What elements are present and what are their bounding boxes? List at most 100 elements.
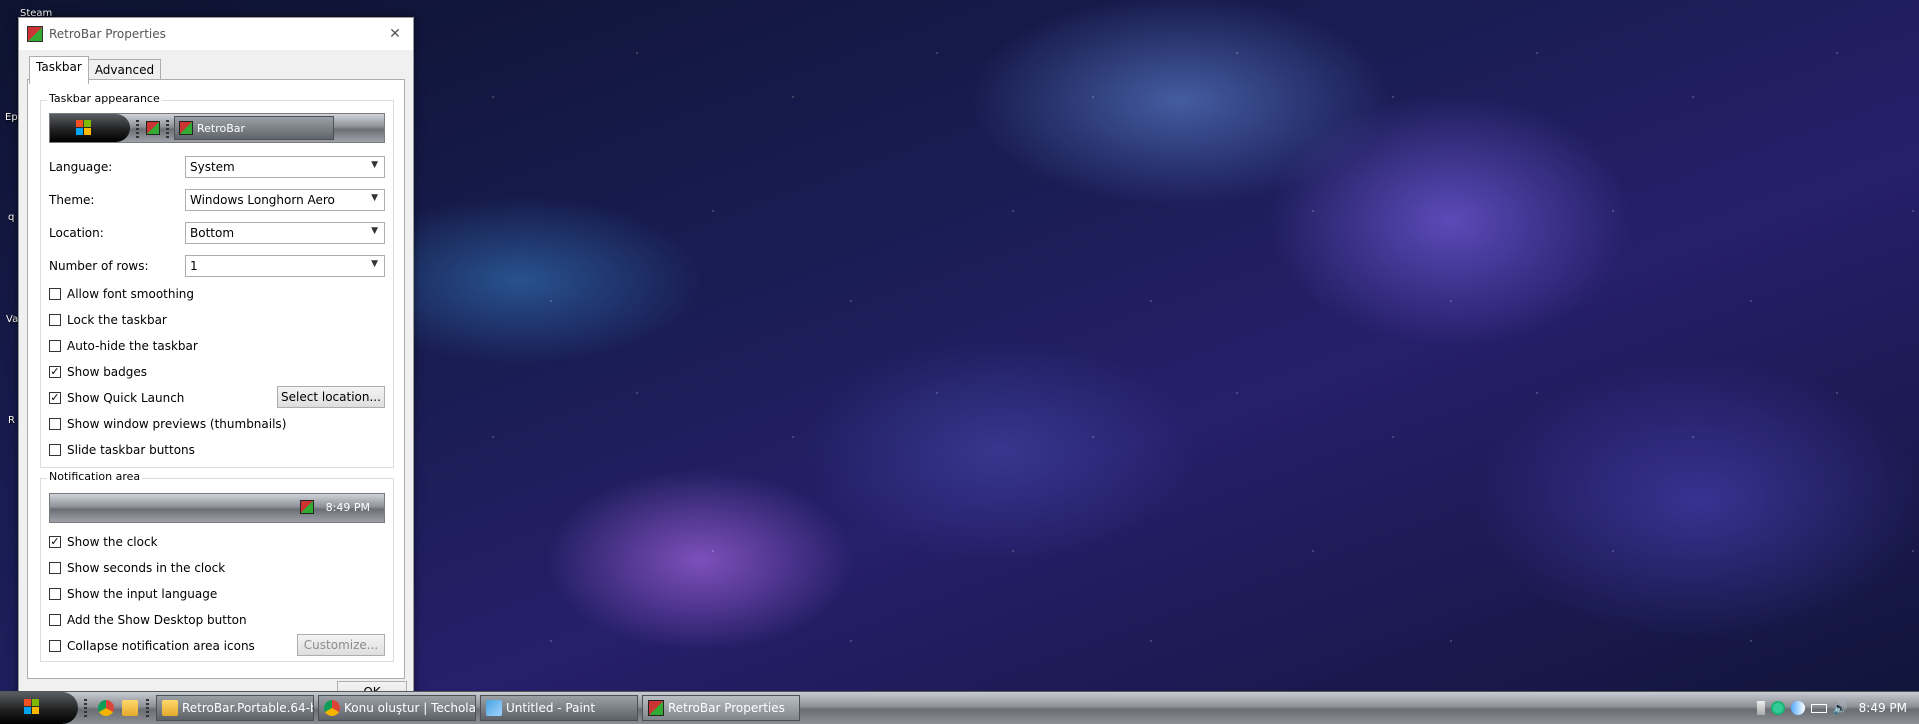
task-label: RetroBar.Portable.64-b... (182, 701, 313, 715)
checkbox-show-window-previews[interactable]: Show window previews (thumbnails) (49, 417, 286, 431)
group-label: Notification area (47, 470, 143, 483)
checkbox-label: Show window previews (thumbnails) (67, 417, 287, 431)
theme-select[interactable]: Windows Longhorn Aero ▼ (185, 189, 385, 211)
checkbox-checked[interactable]: ✓ (49, 366, 61, 378)
preview-task-button: RetroBar (174, 116, 334, 140)
grip-icon (136, 120, 139, 138)
usb-icon[interactable] (1756, 701, 1765, 715)
chrome-icon[interactable] (98, 700, 114, 716)
group-label: Taskbar appearance (47, 92, 162, 105)
retrobar-icon (27, 26, 43, 42)
checkbox-show-clock[interactable]: ✓ Show the clock (49, 535, 158, 549)
language-label: Language: (49, 160, 113, 174)
chevron-down-icon: ▼ (371, 226, 378, 236)
taskbar-preview: RetroBar (49, 113, 385, 143)
tab-taskbar[interactable]: Taskbar (29, 56, 89, 84)
start-button-preview (50, 114, 130, 142)
checkbox[interactable] (49, 562, 61, 574)
checkbox-label: Show seconds in the clock (67, 561, 226, 575)
preview-clock: 8:49 PM (325, 501, 370, 514)
checkbox-show-badges[interactable]: ✓ Show badges (49, 365, 147, 379)
customize-button[interactable]: Customize... (297, 634, 385, 656)
location-row: Location: Bottom ▼ (49, 222, 385, 244)
task-label: Konu oluştur | Techola... (344, 701, 476, 715)
notification-preview: 8:49 PM (49, 493, 385, 523)
taskbar: RetroBar.Portable.64-b... Konu oluştur |… (0, 691, 1919, 724)
desktop-icon-label[interactable]: Va (6, 314, 18, 325)
checkbox-slide-taskbar-buttons[interactable]: Slide taskbar buttons (49, 443, 195, 457)
checkbox-lock-taskbar[interactable]: Lock the taskbar (49, 313, 167, 327)
rows-row: Number of rows: 1 ▼ (49, 255, 385, 277)
retrobar-icon (179, 121, 193, 135)
chevron-down-icon: ▼ (371, 160, 378, 170)
location-select[interactable]: Bottom ▼ (185, 222, 385, 244)
checkbox[interactable] (49, 588, 61, 600)
checkbox[interactable] (49, 640, 61, 652)
checkbox-label: Show the input language (67, 587, 218, 601)
checkbox-allow-font-smoothing[interactable]: Allow font smoothing (49, 287, 194, 301)
checkbox-label: Lock the taskbar (67, 313, 167, 327)
retrobar-properties-dialog: RetroBar Properties ✕ Taskbar Advanced T… (18, 17, 414, 717)
dialog-title: RetroBar Properties (49, 27, 166, 41)
task-button-retrobar-properties[interactable]: RetroBar Properties (642, 695, 800, 721)
volume-icon[interactable]: 🔊 (1833, 701, 1848, 715)
start-button[interactable] (0, 692, 78, 724)
retrobar-icon (146, 121, 160, 135)
checkbox-label: Allow font smoothing (67, 287, 195, 301)
checkbox-auto-hide[interactable]: Auto-hide the taskbar (49, 339, 198, 353)
checkbox[interactable] (49, 418, 61, 430)
checkbox-show-desktop-button[interactable]: Add the Show Desktop button (49, 613, 247, 627)
windows-logo-icon (76, 120, 92, 136)
folder-icon (162, 700, 178, 716)
task-button-chrome[interactable]: Konu oluştur | Techola... (318, 695, 476, 721)
taskbar-clock[interactable]: 8:49 PM (1859, 701, 1907, 715)
rows-label: Number of rows: (49, 259, 149, 273)
title-bar[interactable]: RetroBar Properties ✕ (19, 18, 413, 50)
select-location-button[interactable]: Select location... (277, 386, 385, 408)
grip-icon[interactable] (146, 699, 149, 717)
desktop-icon-label[interactable]: R (8, 415, 15, 426)
checkbox-label: Slide taskbar buttons (67, 443, 195, 457)
task-button-retrobar-folder[interactable]: RetroBar.Portable.64-b... (156, 695, 314, 721)
checkbox[interactable] (49, 314, 61, 326)
checkbox[interactable] (49, 288, 61, 300)
checkbox-label: Show badges (67, 365, 148, 379)
checkbox-label: Show the clock (67, 535, 158, 549)
paint-icon (486, 700, 502, 716)
preview-task-label: RetroBar (197, 121, 246, 135)
checkbox-show-input-language[interactable]: Show the input language (49, 587, 217, 601)
battery-icon[interactable] (1810, 703, 1827, 713)
theme-label: Theme: (49, 193, 95, 207)
location-value: Bottom (190, 226, 235, 240)
language-select[interactable]: System ▼ (185, 156, 385, 178)
folder-icon[interactable] (122, 700, 138, 716)
desktop-icon-label[interactable]: q (8, 212, 14, 223)
checkbox-show-quick-launch[interactable]: ✓ Show Quick Launch (49, 391, 184, 405)
desktop-icon-label[interactable]: Ep (5, 112, 18, 123)
theme-row: Theme: Windows Longhorn Aero ▼ (49, 189, 385, 211)
close-icon[interactable]: ✕ (385, 26, 405, 42)
checkbox[interactable] (49, 444, 61, 456)
checkbox[interactable] (49, 340, 61, 352)
checkbox-checked[interactable]: ✓ (49, 536, 61, 548)
chevron-down-icon: ▼ (371, 193, 378, 203)
notification-area: 🔊 8:49 PM (1756, 692, 1919, 724)
task-label: RetroBar Properties (668, 701, 785, 715)
checkbox-checked[interactable]: ✓ (49, 392, 61, 404)
rows-value: 1 (190, 259, 198, 273)
network-icon[interactable] (1790, 701, 1805, 715)
checkbox-collapse-notification-icons[interactable]: Collapse notification area icons (49, 639, 255, 653)
shield-icon[interactable] (1770, 701, 1785, 715)
checkbox[interactable] (49, 614, 61, 626)
task-label: Untitled - Paint (506, 701, 596, 715)
grip-icon (166, 120, 169, 138)
taskbar-tab-panel: Taskbar appearance RetroBar Language: Sy… (27, 79, 405, 679)
task-button-paint[interactable]: Untitled - Paint (480, 695, 638, 721)
language-row: Language: System ▼ (49, 156, 385, 178)
chevron-down-icon: ▼ (371, 259, 378, 269)
checkbox-label: Add the Show Desktop button (67, 613, 247, 627)
grip-icon[interactable] (84, 699, 87, 717)
rows-select[interactable]: 1 ▼ (185, 255, 385, 277)
checkbox-show-seconds[interactable]: Show seconds in the clock (49, 561, 225, 575)
notification-area-group: Notification area 8:49 PM ✓ Show the clo… (40, 470, 394, 662)
